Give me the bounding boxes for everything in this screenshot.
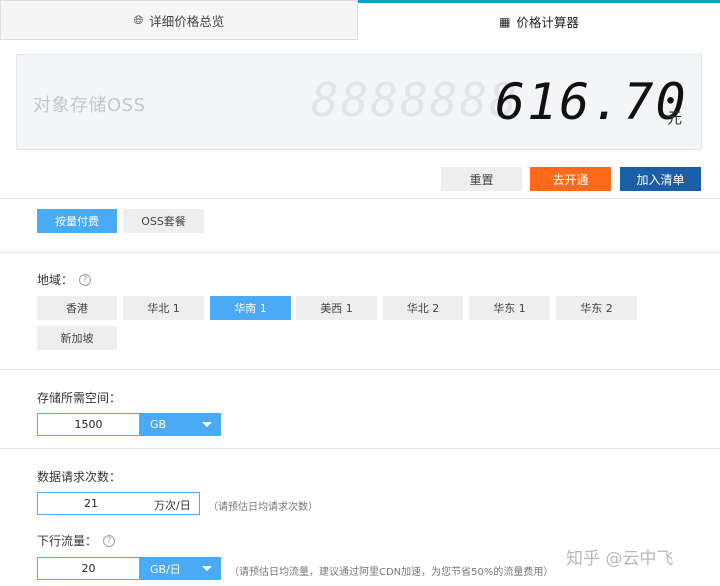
region-option[interactable]: 华东 2 — [556, 296, 637, 320]
divider — [0, 198, 720, 199]
traffic-unit-value: GB/日 — [150, 562, 181, 576]
region-option[interactable]: 香港 — [37, 296, 117, 320]
traffic-hint: （请预估日均流量，建议通过阿里CDN加速，为您节省50%的流量费用） — [229, 567, 554, 578]
divider — [0, 448, 720, 449]
region-option[interactable]: 华北 2 — [383, 296, 463, 320]
calculator-icon: ▦ — [499, 14, 511, 29]
traffic-unit-select[interactable]: GB/日 — [140, 557, 221, 580]
billing-pay-as-you-go[interactable]: 按量付费 — [37, 209, 117, 233]
reset-button[interactable]: 重置 — [441, 167, 522, 191]
product-name: 对象存储OSS — [33, 95, 146, 116]
region-option[interactable]: 华北 1 — [123, 296, 204, 320]
traffic-label: 下行流量： ? — [37, 532, 116, 549]
region-option[interactable]: 华南 1 — [210, 296, 291, 320]
requests-unit: 万次/日 — [154, 499, 191, 512]
help-icon[interactable]: ? — [79, 273, 92, 286]
tab-price-overview-label: 详细价格总览 — [149, 13, 225, 29]
divider — [0, 369, 720, 370]
region-option[interactable]: 新加坡 — [37, 326, 117, 350]
traffic-input[interactable]: 20 — [37, 557, 140, 580]
divider — [0, 252, 720, 253]
storage-unit-select[interactable]: GB — [140, 413, 221, 436]
requests-label: 数据请求次数： — [37, 468, 121, 485]
storage-label: 存储所需空间： — [37, 389, 121, 406]
requests-label-text: 数据请求次数： — [37, 470, 122, 484]
region-label: 地域： ? — [37, 271, 92, 288]
tab-price-calculator[interactable]: ▦ 价格计算器 — [358, 0, 720, 40]
caret-down-icon — [202, 422, 212, 427]
tab-price-overview[interactable]: 🌐︎ 详细价格总览 — [0, 0, 358, 40]
add-to-list-button[interactable]: 加入清单 — [620, 167, 701, 191]
storage-unit-value: GB — [150, 418, 167, 431]
globe-icon: 🌐︎ — [133, 12, 144, 27]
region-option[interactable]: 华东 1 — [469, 296, 550, 320]
requests-hint: （请预估日均请求次数） — [208, 502, 318, 513]
open-service-button[interactable]: 去开通 — [530, 167, 611, 191]
storage-label-text: 存储所需空间： — [37, 391, 122, 405]
tab-price-calculator-label: 价格计算器 — [516, 15, 579, 30]
price-unit: 元 — [667, 109, 683, 127]
price-display: 对象存储OSS 8888888 616.70 元 — [16, 54, 702, 150]
help-icon[interactable]: ? — [103, 534, 116, 547]
storage-input[interactable]: 1500 — [37, 413, 140, 436]
traffic-label-text: 下行流量： — [37, 534, 98, 548]
region-label-text: 地域： — [37, 273, 74, 287]
region-option[interactable]: 美西 1 — [296, 296, 377, 320]
caret-down-icon — [202, 566, 212, 571]
watermark: 知乎 @云中飞 — [566, 549, 674, 569]
digit-placeholder: 8888888 — [311, 73, 519, 127]
price-value: 616.70 — [495, 73, 688, 131]
billing-oss-package[interactable]: OSS套餐 — [123, 209, 204, 233]
requests-value: 21 — [84, 497, 98, 510]
tab-bar: 🌐︎ 详细价格总览 ▦ 价格计算器 — [0, 0, 720, 40]
